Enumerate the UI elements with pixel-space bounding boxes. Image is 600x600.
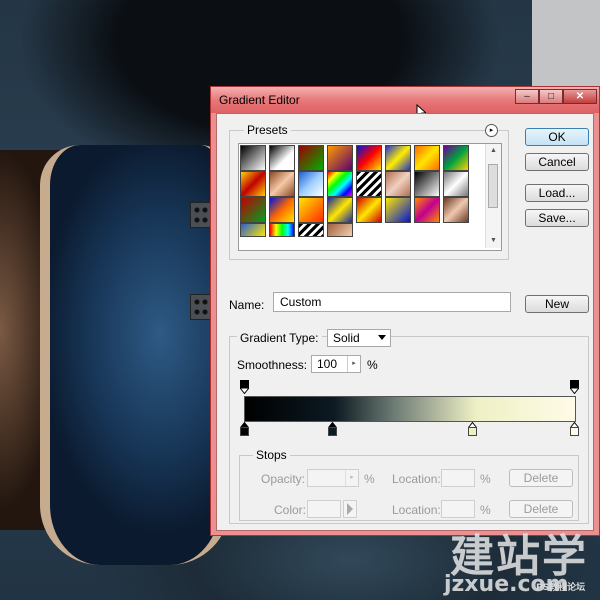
window-title: Gradient Editor bbox=[219, 93, 300, 107]
color-label: Color: bbox=[274, 503, 307, 517]
preset-swatch[interactable] bbox=[443, 197, 469, 223]
preset-swatch[interactable] bbox=[298, 145, 324, 171]
opacity-stop-icon[interactable] bbox=[570, 380, 579, 394]
dialog-client-area: Presets ▸ ▲ ▼ OK Cancel Load... Save... … bbox=[216, 113, 594, 531]
preset-swatch[interactable] bbox=[327, 197, 353, 223]
scroll-up-icon[interactable]: ▲ bbox=[486, 144, 501, 158]
color-picker-arrow[interactable] bbox=[343, 500, 357, 518]
preset-swatch[interactable] bbox=[385, 145, 411, 171]
preset-swatch[interactable] bbox=[385, 197, 411, 223]
rivet-icon bbox=[190, 202, 212, 228]
presets-menu-icon[interactable]: ▸ bbox=[485, 124, 498, 137]
save-button[interactable]: Save... bbox=[525, 209, 589, 227]
opacity-stop-icon[interactable] bbox=[240, 380, 249, 394]
preset-swatch[interactable] bbox=[414, 197, 440, 223]
gradient-type-value: Solid bbox=[333, 331, 360, 345]
gradient-type-select[interactable]: Solid bbox=[327, 329, 391, 347]
preset-swatch[interactable] bbox=[327, 145, 353, 171]
color-location-label: Location: bbox=[392, 503, 441, 517]
presets-scrollbar[interactable]: ▲ ▼ bbox=[485, 144, 501, 248]
smoothness-value: 100 bbox=[317, 357, 338, 371]
opacity-location-input[interactable] bbox=[441, 469, 475, 487]
preset-swatch[interactable] bbox=[269, 197, 295, 223]
title-bar[interactable]: Gradient Editor ‒ □ ✕ bbox=[211, 87, 599, 120]
gradient-type-label: Gradient Type: bbox=[237, 331, 322, 345]
smoothness-slider-icon[interactable]: ▸ bbox=[347, 356, 360, 372]
preset-swatch[interactable] bbox=[240, 145, 266, 171]
gradient-editor-window: Gradient Editor ‒ □ ✕ Presets ▸ ▲ ▼ OK C… bbox=[210, 86, 600, 536]
chevron-right-icon bbox=[347, 503, 353, 515]
color-location-input[interactable] bbox=[441, 500, 475, 518]
color-stop-icon[interactable] bbox=[328, 422, 337, 436]
smoothness-unit: % bbox=[367, 358, 378, 372]
preset-swatch[interactable] bbox=[269, 171, 295, 197]
preset-swatch[interactable] bbox=[240, 223, 266, 237]
preset-swatch[interactable] bbox=[240, 197, 266, 223]
preset-swatch[interactable] bbox=[327, 223, 353, 237]
rivet-icon bbox=[190, 294, 212, 320]
scroll-down-icon[interactable]: ▼ bbox=[486, 234, 501, 248]
opacity-input[interactable]: ▸ bbox=[307, 469, 359, 487]
preset-swatch[interactable] bbox=[298, 223, 324, 237]
preset-swatch[interactable] bbox=[414, 145, 440, 171]
preset-swatch[interactable] bbox=[385, 171, 411, 197]
scroll-thumb[interactable] bbox=[488, 164, 498, 208]
color-stop-icon[interactable] bbox=[570, 422, 579, 436]
preset-swatch[interactable] bbox=[414, 171, 440, 197]
preset-swatch[interactable] bbox=[298, 197, 324, 223]
canvas-gray-area bbox=[532, 0, 600, 88]
opacity-slider-icon[interactable]: ▸ bbox=[345, 470, 358, 486]
color-stop-icon[interactable] bbox=[240, 422, 249, 436]
color-location-unit: % bbox=[480, 503, 491, 517]
watermark-tag: PS教程论坛 bbox=[536, 583, 586, 593]
opacity-label: Opacity: bbox=[261, 472, 306, 486]
smoothness-label: Smoothness: bbox=[237, 358, 308, 372]
cancel-button[interactable]: Cancel bbox=[525, 153, 589, 171]
opacity-location-label: Location: bbox=[392, 472, 441, 486]
opacity-unit: % bbox=[364, 472, 375, 486]
presets-group: Presets ▸ ▲ ▼ bbox=[229, 123, 509, 260]
preset-swatch[interactable] bbox=[356, 145, 382, 171]
color-swatch-input[interactable] bbox=[307, 500, 341, 518]
preset-swatch[interactable] bbox=[269, 145, 295, 171]
preset-swatch[interactable] bbox=[443, 145, 469, 171]
chevron-down-icon bbox=[378, 335, 386, 340]
maximize-button[interactable]: □ bbox=[539, 89, 563, 104]
opacity-location-unit: % bbox=[480, 472, 491, 486]
delete-opacity-stop-button[interactable]: Delete bbox=[509, 469, 573, 487]
site-watermark: 建站学 jzxue.com PS教程论坛 bbox=[440, 520, 600, 600]
stops-label: Stops bbox=[253, 448, 290, 462]
presets-swatch-grid: ▲ ▼ bbox=[238, 143, 502, 251]
preset-swatch[interactable] bbox=[327, 171, 353, 197]
new-button[interactable]: New bbox=[525, 295, 589, 313]
close-button[interactable]: ✕ bbox=[563, 89, 597, 104]
minimize-button[interactable]: ‒ bbox=[515, 89, 539, 104]
color-stop-icon[interactable] bbox=[468, 422, 477, 436]
preset-swatch[interactable] bbox=[443, 171, 469, 197]
delete-color-stop-button[interactable]: Delete bbox=[509, 500, 573, 518]
preset-swatch[interactable] bbox=[356, 171, 382, 197]
ok-button[interactable]: OK bbox=[525, 128, 589, 146]
gradient-preview-bar[interactable] bbox=[244, 396, 576, 422]
presets-label: Presets bbox=[244, 123, 291, 137]
smoothness-input[interactable]: 100 ▸ bbox=[311, 355, 361, 373]
preset-swatch[interactable] bbox=[269, 223, 295, 237]
preset-swatch[interactable] bbox=[298, 171, 324, 197]
preset-swatch[interactable] bbox=[240, 171, 266, 197]
load-button[interactable]: Load... bbox=[525, 184, 589, 202]
preset-swatch[interactable] bbox=[356, 197, 382, 223]
name-input[interactable]: Custom bbox=[273, 292, 511, 312]
name-label: Name: bbox=[229, 298, 265, 312]
